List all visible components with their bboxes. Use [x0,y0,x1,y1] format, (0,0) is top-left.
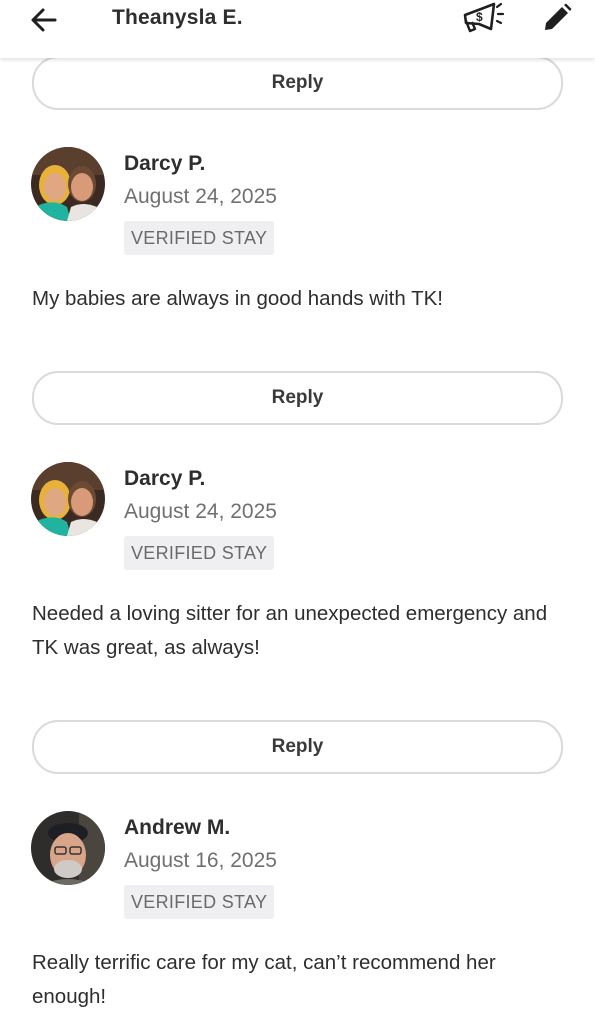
reviewer-avatar [31,811,105,885]
edit-button[interactable] [538,0,576,36]
review-text: Needed a loving sitter for an unexpected… [32,602,548,659]
reviewer-avatar [31,462,105,536]
review-text: My babies are always in good hands with … [32,287,443,310]
review-date: August 24, 2025 [124,185,277,208]
reply-button[interactable]: Reply [32,56,563,110]
promote-button[interactable]: $ [460,0,506,38]
reply-button[interactable]: Reply [32,720,563,774]
verified-stay-badge: VERIFIED STAY [124,885,275,919]
page-title: Theanysla E. [112,6,243,29]
megaphone-dollar-icon: $ [463,2,505,33]
top-app-bar: Theanysla E. $ [0,0,595,58]
verified-stay-badge: VERIFIED STAY [124,221,275,255]
reviewer-name: Darcy P. [124,152,206,175]
reviewer-name: Andrew M. [124,816,231,839]
svg-text:$: $ [476,10,483,24]
pencil-icon [545,3,572,30]
review-text: Really terrific care for my cat, can’t r… [32,951,496,1008]
review-date: August 24, 2025 [124,500,277,523]
arrow-left-icon [31,8,57,32]
review-date: August 16, 2025 [124,849,277,872]
reply-button[interactable]: Reply [32,371,563,425]
back-button[interactable] [26,2,62,38]
verified-stay-badge: VERIFIED STAY [124,536,275,570]
reviewer-name: Darcy P. [124,467,206,490]
reviewer-avatar [31,147,105,221]
